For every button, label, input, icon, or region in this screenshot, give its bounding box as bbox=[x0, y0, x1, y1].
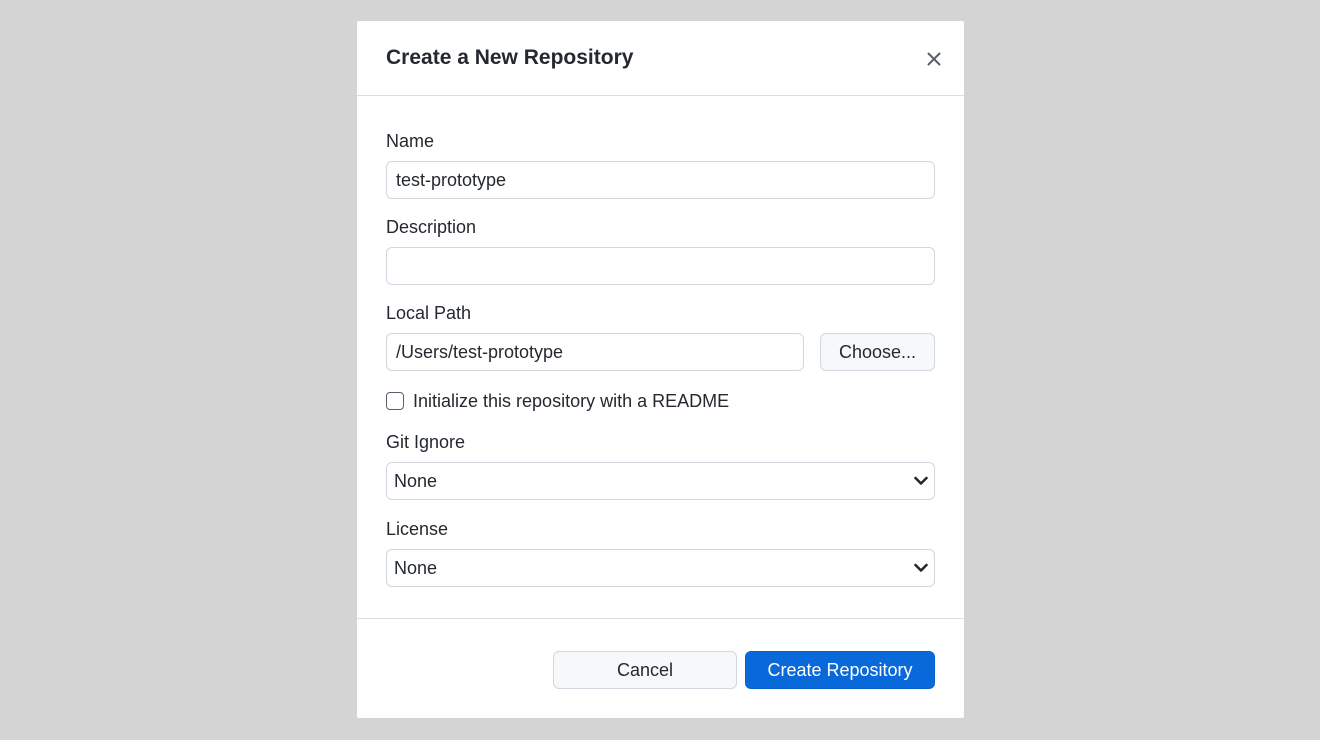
readme-checkbox-label: Initialize this repository with a README bbox=[413, 390, 730, 411]
dialog-footer: Cancel Create Repository bbox=[357, 618, 964, 718]
chevron-down-icon bbox=[914, 476, 928, 485]
git-ignore-selected-value: None bbox=[394, 470, 438, 491]
local-path-input[interactable] bbox=[386, 333, 804, 371]
name-input[interactable] bbox=[386, 161, 935, 199]
git-ignore-label: Git Ignore bbox=[386, 432, 466, 452]
close-button[interactable] bbox=[918, 43, 950, 75]
git-ignore-select[interactable]: None bbox=[386, 462, 935, 500]
cancel-button[interactable]: Cancel bbox=[553, 651, 737, 689]
readme-checkbox-row[interactable]: Initialize this repository with a README bbox=[386, 389, 729, 413]
readme-checkbox[interactable] bbox=[386, 392, 404, 410]
choose-path-button[interactable]: Choose... bbox=[820, 333, 935, 371]
create-repository-dialog: Create a New Repository Name Description… bbox=[357, 21, 964, 718]
description-input[interactable] bbox=[386, 247, 935, 285]
license-selected-value: None bbox=[394, 557, 438, 578]
license-label: License bbox=[386, 519, 449, 539]
dialog-title: Create a New Repository bbox=[386, 46, 634, 69]
dialog-header: Create a New Repository bbox=[357, 21, 964, 96]
local-path-label: Local Path bbox=[386, 303, 472, 323]
description-label: Description bbox=[386, 217, 477, 237]
create-repository-button[interactable]: Create Repository bbox=[745, 651, 935, 689]
close-icon bbox=[927, 52, 941, 66]
license-select[interactable]: None bbox=[386, 549, 935, 587]
name-label: Name bbox=[386, 131, 435, 151]
chevron-down-icon bbox=[914, 563, 928, 572]
